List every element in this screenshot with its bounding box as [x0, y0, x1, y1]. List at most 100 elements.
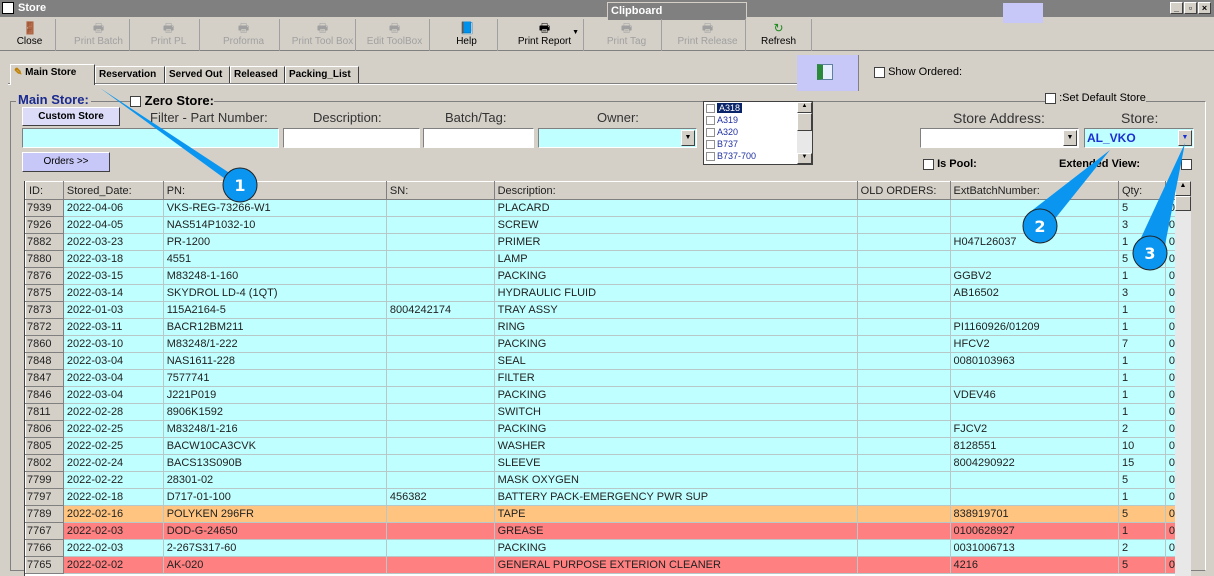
chevron-down-icon[interactable]: ▼	[1178, 130, 1192, 146]
toolbar-button-print-pl[interactable]: 🖶 Print PL	[138, 19, 200, 51]
column-header[interactable]: Stored_Date:	[62, 181, 164, 200]
dropdown-arrow-icon[interactable]: ▼	[572, 29, 579, 36]
cell-ext	[949, 471, 1119, 489]
table-row[interactable]: 7806 2022-02-25 M83248/1-216 PACKING FJCV2 2 0	[25, 420, 1176, 438]
toolbar-button-help[interactable]: 📘 Help	[436, 19, 498, 51]
set-default-store-checkbox[interactable]: :Set Default Store	[1045, 92, 1146, 104]
column-header[interactable]: OLD ORDERS:	[856, 181, 951, 200]
cell-old	[856, 556, 951, 574]
table-row[interactable]: 7926 2022-04-05 NAS514P1032-10 SCREW 3 0	[25, 216, 1176, 234]
cell-date: 2022-02-03	[62, 539, 164, 557]
table-row[interactable]: 7799 2022-02-22 28301-02 MASK OXYGEN 5 0	[25, 471, 1176, 489]
column-header[interactable]	[1164, 181, 1176, 200]
part-number-input[interactable]	[22, 128, 279, 148]
column-header[interactable]: PN:	[162, 181, 387, 200]
close-window-button[interactable]: ×	[1198, 2, 1211, 14]
model-list-item[interactable]: B737	[704, 138, 812, 150]
toolbar-button-print-tool-box[interactable]: 🖶 Print Tool Box	[290, 19, 356, 51]
model-list-item[interactable]: A319	[704, 114, 812, 126]
cell-date: 2022-03-11	[62, 318, 164, 336]
model-checkbox[interactable]	[706, 140, 715, 150]
table-row[interactable]: 7797 2022-02-18 D717-01-100 456382 BATTERY P…	[25, 488, 1176, 506]
column-header[interactable]: Qty:	[1117, 181, 1166, 200]
table-row[interactable]: 7860 2022-03-10 M83248/1-222 PACKING HFCV2 7 0	[25, 335, 1176, 353]
column-header[interactable]: ExtBatchNumber:	[949, 181, 1119, 200]
model-list-scrollbar[interactable]: ▲ ▼	[797, 102, 812, 164]
tab-packing-list[interactable]: Packing_List	[285, 66, 359, 84]
toolbar-button-edit-toolbox[interactable]: 🖶 Edit ToolBox	[360, 19, 430, 51]
table-row[interactable]: 7765 2022-02-02 AK-020 GENERAL PURPOSE EXTE…	[25, 556, 1176, 574]
table-row[interactable]: 7789 2022-02-16 POLYKEN 296FR TAPE 838919701…	[25, 505, 1176, 523]
table-row[interactable]: 7802 2022-02-24 BACS13S090B SLEEVE 800429092…	[25, 454, 1176, 472]
tab-main-store[interactable]: ✎ Main Store	[10, 64, 95, 85]
toolbar-button-print-report[interactable]: 🖶 Print Report ▼	[506, 19, 584, 51]
cell-id: 7765	[25, 556, 64, 574]
table-row[interactable]: 7875 2022-03-14 SKYDROL LD-4 (1QT) HYDRAULI…	[25, 284, 1176, 302]
custom-store-button[interactable]: Custom Store	[22, 107, 120, 126]
table-row[interactable]: 7872 2022-03-11 BACR12BM211 RING PI1160926/0…	[25, 318, 1176, 336]
export-excel-button[interactable]	[797, 55, 859, 91]
tab-reservation[interactable]: Reservation	[95, 66, 165, 84]
table-row[interactable]: 7880 2022-03-18 4551 LAMP 5 0	[25, 250, 1176, 268]
cell-id: 7848	[25, 352, 64, 370]
aircraft-model-list[interactable]: ▲ ▼ A318 A319 A320 B737 B737-700	[703, 101, 813, 165]
store-select[interactable]: AL_VKO ▼	[1084, 128, 1194, 148]
model-checkbox[interactable]	[706, 128, 715, 138]
table-row[interactable]: 7847 2022-03-04 7577741 FILTER 1 0	[25, 369, 1176, 387]
tab-released[interactable]: Released	[230, 66, 285, 84]
model-list-item[interactable]: A320	[704, 126, 812, 138]
toolbar-button-close[interactable]: 🚪 Close	[4, 19, 56, 51]
scroll-thumb[interactable]	[797, 113, 812, 131]
tab-served-out[interactable]: Served Out	[165, 66, 230, 84]
chevron-down-icon[interactable]: ▼	[681, 130, 695, 146]
table-row[interactable]: 7939 2022-04-06 VKS-REG-73266-W1 PLACARD 5 0	[25, 199, 1176, 217]
orders-button[interactable]: Orders >>	[22, 152, 110, 172]
toolbar-button-proforma[interactable]: 🖶 Proforma	[208, 19, 280, 51]
toolbar-button-print-tag[interactable]: 🖶 Print Tag	[592, 19, 662, 51]
cell-ext	[949, 199, 1119, 217]
zero-store-checkbox[interactable]: Zero Store:	[130, 93, 214, 108]
model-checkbox[interactable]	[706, 104, 715, 114]
table-row[interactable]: 7805 2022-02-25 BACW10CA3CVK WASHER 8128551 1…	[25, 437, 1176, 455]
minimize-button[interactable]: _	[1170, 2, 1183, 14]
table-row[interactable]: 7846 2022-03-04 J221P019 PACKING VDEV46 1 0	[25, 386, 1176, 404]
scroll-up-icon[interactable]: ▲	[797, 102, 812, 113]
table-row[interactable]: 7848 2022-03-04 NAS1611-228 SEAL 0080103963 1…	[25, 352, 1176, 370]
toolbar-button-print-batch[interactable]: 🖶 Print Batch	[68, 19, 130, 51]
scroll-down-icon[interactable]: ▼	[797, 153, 812, 164]
batch-tag-label: Batch/Tag:	[445, 110, 507, 125]
model-list-item[interactable]: B737-700	[704, 150, 812, 162]
extended-view-checkbox[interactable]	[1181, 158, 1192, 170]
batch-tag-input[interactable]	[423, 128, 534, 148]
scroll-thumb[interactable]	[1175, 196, 1191, 211]
table-row[interactable]: 7811 2022-02-28 8906K1592 SWITCH 1 0	[25, 403, 1176, 421]
model-list-item[interactable]: A318	[704, 102, 812, 114]
restore-button[interactable]: ▫	[1184, 2, 1197, 14]
column-header[interactable]: SN:	[385, 181, 495, 200]
table-row[interactable]: 7882 2022-03-23 PR-1200 PRIMER H047L26037 1 0	[25, 233, 1176, 251]
cell-pn: 115A2164-5	[162, 301, 387, 319]
show-ordered-label: Show Ordered:	[888, 66, 963, 78]
table-row[interactable]: 7766 2022-02-03 2-267S317-60 PACKING 0031006…	[25, 539, 1176, 557]
table-row[interactable]: 7876 2022-03-15 M83248-1-160 PACKING GGBV2 1 0	[25, 267, 1176, 285]
scroll-up-icon[interactable]: ▲	[1175, 181, 1191, 196]
cell-pn: BACS13S090B	[162, 454, 387, 472]
is-pool-checkbox[interactable]: Is Pool:	[923, 158, 977, 170]
model-checkbox[interactable]	[706, 152, 715, 162]
store-address-select[interactable]: ▼	[920, 128, 1079, 148]
toolbar-button-print-release[interactable]: 🖶 Print Release	[670, 19, 746, 51]
model-checkbox[interactable]	[706, 116, 715, 126]
cell-qty: 1	[1117, 352, 1166, 370]
toolbar-button-refresh[interactable]: ↻ Refresh	[746, 19, 812, 51]
grid-vertical-scrollbar[interactable]: ▲	[1175, 181, 1191, 576]
table-row[interactable]: 7873 2022-01-03 115A2164-5 8004242174 TRAY A…	[25, 301, 1176, 319]
owner-select[interactable]: ▼	[538, 128, 697, 148]
cell-ext: GGBV2	[949, 267, 1119, 285]
column-header[interactable]: ID:	[25, 181, 64, 200]
show-ordered-checkbox[interactable]: Show Ordered:	[874, 66, 962, 78]
column-header[interactable]: Description:	[493, 181, 858, 200]
description-input[interactable]	[283, 128, 420, 148]
cell-old	[856, 216, 951, 234]
table-row[interactable]: 7767 2022-02-03 DOD-G-24650 GREASE 010062892…	[25, 522, 1176, 540]
chevron-down-icon[interactable]: ▼	[1063, 130, 1077, 146]
